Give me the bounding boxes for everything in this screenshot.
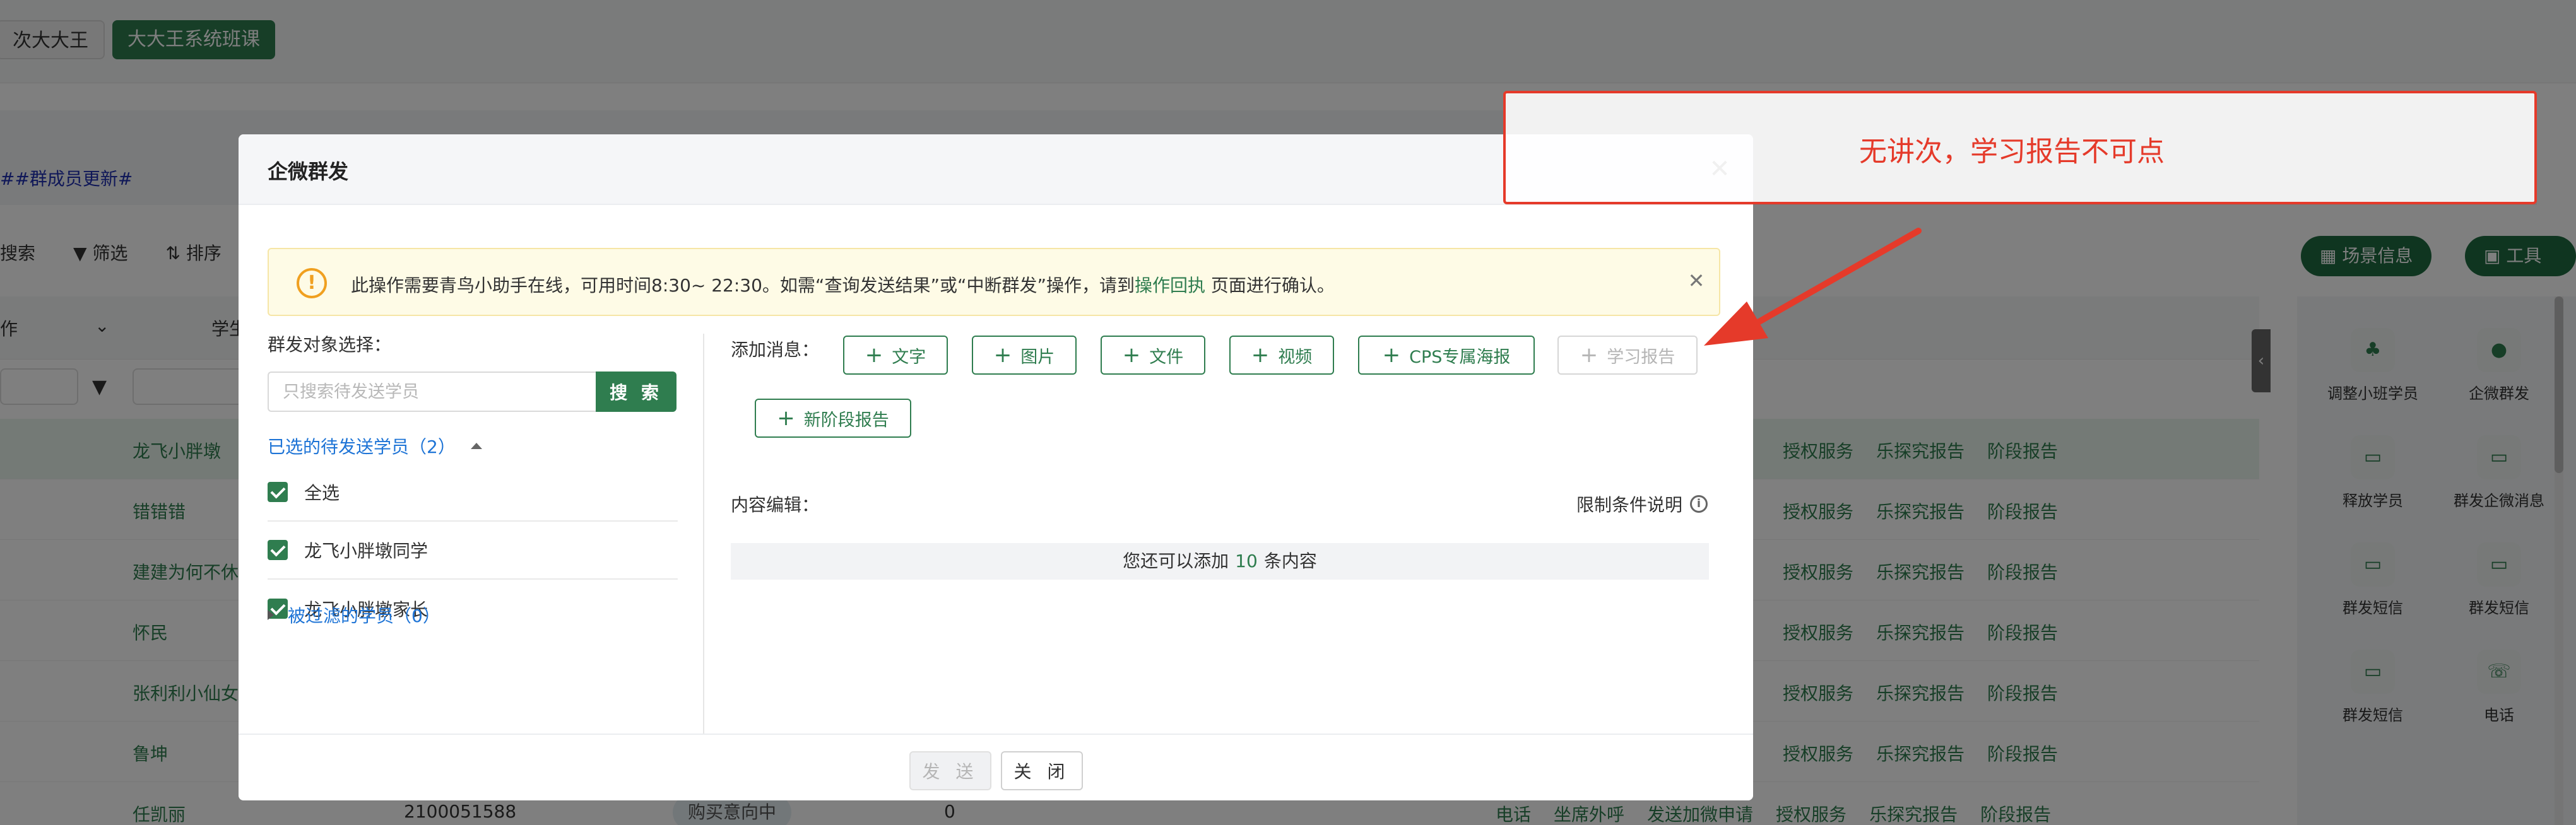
close-button[interactable]: 关 闭 bbox=[1001, 751, 1083, 790]
plus-icon: + bbox=[865, 342, 883, 368]
search-button[interactable]: 搜 索 bbox=[596, 372, 676, 412]
plus-icon: + bbox=[1122, 342, 1141, 368]
plus-icon: + bbox=[1580, 342, 1598, 368]
annotation-callout: 无讲次，学习报告不可点 bbox=[1503, 91, 2537, 204]
plus-icon: + bbox=[1251, 342, 1270, 368]
plus-icon: + bbox=[993, 342, 1012, 368]
add-stage-report-button[interactable]: + 新阶段报告 bbox=[755, 399, 911, 438]
add-study-report-button[interactable]: + 学习报告 bbox=[1557, 336, 1698, 375]
add-file-button[interactable]: + 文件 bbox=[1101, 336, 1205, 375]
pane-divider bbox=[703, 334, 704, 800]
chevron-up-icon bbox=[470, 443, 482, 449]
close-icon[interactable]: ✕ bbox=[1680, 264, 1713, 297]
plus-icon: + bbox=[1382, 342, 1401, 368]
plus-icon: + bbox=[777, 406, 795, 431]
receipt-link[interactable]: 操作回执 bbox=[1135, 275, 1205, 296]
add-text-button[interactable]: + 文字 bbox=[843, 336, 948, 375]
add-cps-poster-button[interactable]: + CPS专属海报 bbox=[1358, 336, 1535, 375]
checkbox-checked-icon[interactable] bbox=[268, 540, 288, 560]
filtered-students-toggle[interactable]: 被过滤的学员（0） bbox=[268, 602, 440, 628]
warning-icon: ! bbox=[297, 268, 327, 298]
annotation-text: 无讲次，学习报告不可点 bbox=[1859, 136, 2165, 168]
student-checkbox[interactable]: 龙飞小胖墩同学 bbox=[268, 522, 678, 580]
chevron-right-icon bbox=[268, 610, 274, 620]
add-video-button[interactable]: + 视频 bbox=[1229, 336, 1334, 375]
student-search-input[interactable] bbox=[268, 372, 596, 412]
add-image-button[interactable]: + 图片 bbox=[972, 336, 1077, 375]
notice-banner: ! 此操作需要青鸟小助手在线，可用时间8:30~ 22:30。如需“查询发送结果… bbox=[268, 248, 1720, 316]
add-message-label: 添加消息： bbox=[731, 339, 820, 360]
wecom-broadcast-modal: 企微群发 ✕ ! 此操作需要青鸟小助手在线，可用时间8:30~ 22:30。如需… bbox=[239, 134, 1753, 800]
target-label: 群发对象选择： bbox=[268, 334, 392, 355]
send-button[interactable]: 发 送 bbox=[909, 751, 991, 790]
notice-text: 此操作需要青鸟小助手在线，可用时间8:30~ 22:30。如需“查询发送结果”或… bbox=[351, 275, 1335, 296]
modal-footer: 发 送 关 闭 bbox=[239, 734, 1753, 800]
checkbox-checked-icon[interactable] bbox=[268, 482, 288, 502]
select-all-checkbox[interactable]: 全选 bbox=[268, 464, 678, 522]
modal-title: 企微群发 bbox=[268, 160, 349, 184]
info-icon[interactable]: i bbox=[1690, 495, 1708, 513]
content-edit-label: 内容编辑： bbox=[731, 494, 820, 515]
limit-conditions[interactable]: 限制条件说明 i bbox=[1576, 491, 1708, 517]
selected-students-toggle[interactable]: 已选的待发送学员（2） bbox=[268, 433, 482, 459]
content-remaining-hint: 您还可以添加 10 条内容 bbox=[731, 543, 1709, 580]
